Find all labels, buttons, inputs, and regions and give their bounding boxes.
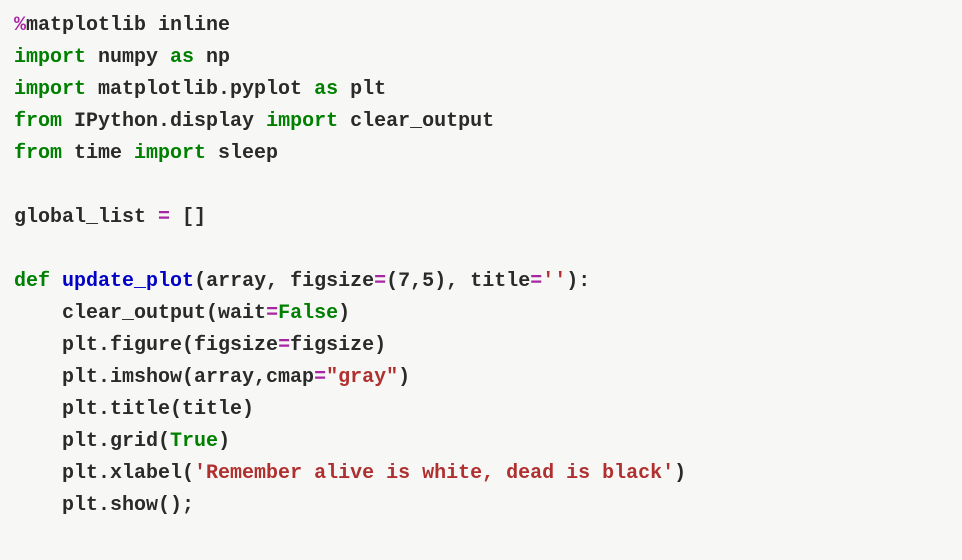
paren-close: ) — [218, 430, 230, 453]
space — [50, 270, 62, 293]
keyword-import: import — [14, 78, 86, 101]
string-literal: 'Remember alive is white, dead is black' — [194, 462, 674, 485]
alias-name: np — [194, 46, 230, 69]
code-line-3: from IPython.display import clear_output — [14, 106, 948, 138]
keyword-import: import — [266, 110, 338, 133]
indent — [14, 302, 62, 325]
indent — [14, 366, 62, 389]
assign-op: = — [374, 270, 386, 293]
paren-close: ): — [566, 270, 590, 293]
code-line-6: global_list = [] — [14, 202, 948, 234]
blank — [14, 174, 26, 197]
code-block: %matplotlib inlineimport numpy as npimpo… — [14, 10, 948, 522]
indent — [14, 334, 62, 357]
code-line-5-blank — [14, 170, 948, 202]
code-line-14: plt.xlabel('Remember alive is white, dea… — [14, 458, 948, 490]
keyword-from: from — [14, 110, 62, 133]
module-name: matplotlib.pyplot — [86, 78, 314, 101]
code-line-12: plt.title(title) — [14, 394, 948, 426]
magic-text: matplotlib inline — [26, 14, 230, 37]
code-line-2: import matplotlib.pyplot as plt — [14, 74, 948, 106]
param-text: array, figsize — [206, 270, 374, 293]
keyword-as: as — [170, 46, 194, 69]
code-line-10: plt.figure(figsize=figsize) — [14, 330, 948, 362]
module-name: numpy — [86, 46, 170, 69]
indent — [14, 430, 62, 453]
import-name: sleep — [206, 142, 278, 165]
number: 7 — [398, 270, 410, 293]
keyword-import: import — [134, 142, 206, 165]
list-literal: [] — [170, 206, 206, 229]
assign-op: = — [278, 334, 290, 357]
string-literal: "gray" — [326, 366, 398, 389]
paren-open: ( — [194, 270, 206, 293]
paren-close: ) — [674, 462, 686, 485]
code-line-8: def update_plot(array, figsize=(7,5), ti… — [14, 266, 948, 298]
keyword-as: as — [314, 78, 338, 101]
paren-close: ) — [338, 302, 350, 325]
call-text: plt.xlabel( — [62, 462, 194, 485]
indent — [14, 462, 62, 485]
call-text: plt.title(title) — [62, 398, 254, 421]
assign-op: = — [530, 270, 542, 293]
blank — [14, 238, 26, 261]
bool-literal: True — [170, 430, 218, 453]
code-line-13: plt.grid(True) — [14, 426, 948, 458]
assign-op: = — [158, 206, 170, 229]
call-text: plt.imshow(array,cmap — [62, 366, 314, 389]
bool-literal: False — [278, 302, 338, 325]
string-literal: '' — [542, 270, 566, 293]
code-line-15: plt.show(); — [14, 490, 948, 522]
magic-percent: % — [14, 14, 26, 37]
call-text: clear_output(wait — [62, 302, 266, 325]
assign-op: = — [266, 302, 278, 325]
paren-close: ) — [398, 366, 410, 389]
call-text: plt.grid( — [62, 430, 170, 453]
alias-name: plt — [338, 78, 386, 101]
param-text: ), title — [434, 270, 530, 293]
module-name: IPython.display — [62, 110, 266, 133]
paren-open: ( — [386, 270, 398, 293]
code-line-9: clear_output(wait=False) — [14, 298, 948, 330]
function-name: update_plot — [62, 270, 194, 293]
number: 5 — [422, 270, 434, 293]
code-line-7-blank — [14, 234, 948, 266]
assign-op: = — [314, 366, 326, 389]
var-name: global_list — [14, 206, 158, 229]
import-name: clear_output — [338, 110, 494, 133]
code-line-11: plt.imshow(array,cmap="gray") — [14, 362, 948, 394]
call-text: figsize) — [290, 334, 386, 357]
keyword-def: def — [14, 270, 50, 293]
comma: , — [410, 270, 422, 293]
code-line-0: %matplotlib inline — [14, 10, 948, 42]
keyword-import: import — [14, 46, 86, 69]
call-text: plt.figure(figsize — [62, 334, 278, 357]
code-line-4: from time import sleep — [14, 138, 948, 170]
call-text: plt.show(); — [62, 494, 194, 517]
indent — [14, 494, 62, 517]
code-line-1: import numpy as np — [14, 42, 948, 74]
keyword-from: from — [14, 142, 62, 165]
module-name: time — [62, 142, 134, 165]
indent — [14, 398, 62, 421]
